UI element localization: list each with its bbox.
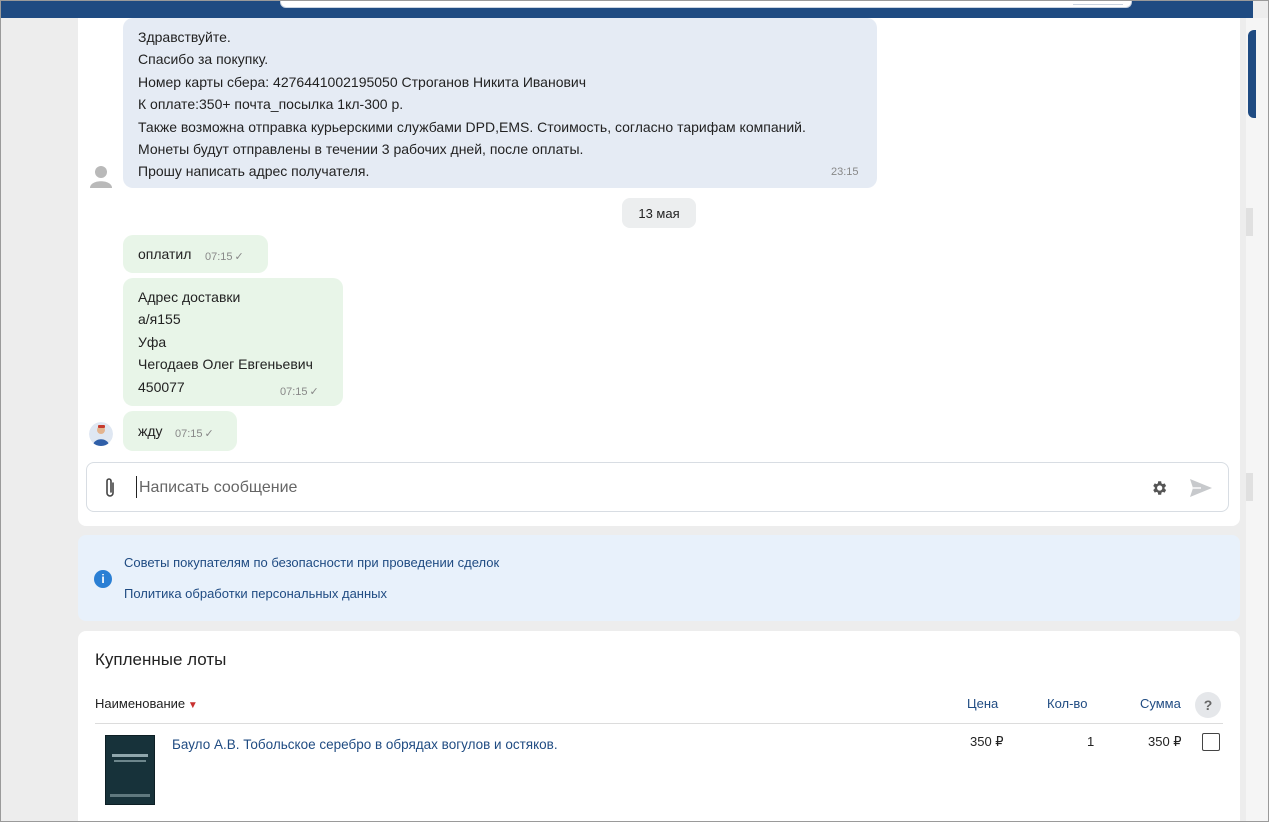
purchased-lots-panel: Купленные лоты Наименование ▼ Цена Кол-в… <box>78 631 1240 822</box>
message-input[interactable] <box>137 475 1141 501</box>
lot-price: 350 ₽ <box>970 734 1004 749</box>
outgoing-message-bubble: жду 07:15 ✓ <box>123 411 237 451</box>
sidebar-divider <box>1246 473 1253 501</box>
outgoing-message-bubble: оплатил 07:15 ✓ <box>123 235 268 273</box>
safety-tips-panel: i Советы покупателям по безопасности при… <box>78 535 1240 621</box>
send-icon[interactable] <box>1189 478 1213 498</box>
help-icon[interactable]: ? <box>1195 692 1221 718</box>
message-time: 07:15 <box>205 251 233 263</box>
lot-qty: 1 <box>1087 734 1095 749</box>
gear-icon[interactable] <box>1150 479 1168 497</box>
message-time: 07:15 <box>280 386 308 398</box>
sidebar-divider <box>1246 208 1253 236</box>
column-header-sum[interactable]: Сумма <box>1140 696 1181 711</box>
column-header-label: Наименование <box>95 696 186 711</box>
message-text: Здравствуйте. Спасибо за покупку. Номер … <box>138 29 806 180</box>
outgoing-message-bubble: Адрес доставки а/я155 Уфа Чегодаев Олег … <box>123 278 343 406</box>
paperclip-icon[interactable] <box>103 477 117 499</box>
column-header-qty[interactable]: Кол-во <box>1047 696 1087 711</box>
buyer-avatar-icon <box>89 422 113 446</box>
message-time: 07:15 <box>175 428 203 440</box>
lot-select-checkbox[interactable] <box>1202 733 1220 751</box>
seller-avatar-icon <box>90 166 112 188</box>
lot-title-link[interactable]: Бауло А.В. Тобольское серебро в обрядах … <box>172 737 558 752</box>
right-sidebar <box>1246 18 1269 822</box>
read-check-icon: ✓ <box>204 428 214 440</box>
info-icon: i <box>94 570 112 588</box>
read-check-icon: ✓ <box>234 251 244 263</box>
header-search-button[interactable] <box>1073 0 1123 5</box>
date-separator: 13 мая <box>622 198 696 228</box>
lot-thumbnail[interactable] <box>105 735 155 805</box>
lot-sum: 350 ₽ <box>1148 734 1182 749</box>
header-search-bar[interactable] <box>280 0 1132 8</box>
privacy-policy-link[interactable]: Политика обработки персональных данных <box>124 586 387 601</box>
safety-tips-link[interactable]: Советы покупателям по безопасности при п… <box>124 555 499 570</box>
site-header <box>0 0 1253 18</box>
sidebar-tab[interactable] <box>1248 30 1256 118</box>
table-divider <box>95 723 1223 724</box>
message-text: оплатил <box>138 246 192 262</box>
read-check-icon: ✓ <box>309 386 319 398</box>
message-time: 23:15 <box>831 166 859 178</box>
column-header-name[interactable]: Наименование ▼ <box>95 696 198 711</box>
column-header-price[interactable]: Цена <box>967 696 998 711</box>
incoming-message-bubble: Здравствуйте. Спасибо за покупку. Номер … <box>123 18 877 188</box>
message-composer <box>86 462 1229 512</box>
sort-down-icon: ▼ <box>185 700 198 711</box>
section-title: Купленные лоты <box>95 650 227 669</box>
message-text: жду <box>138 423 163 439</box>
